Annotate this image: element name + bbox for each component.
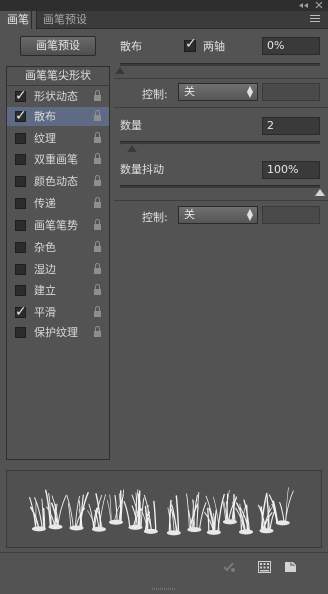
list-item-transfer[interactable]: 传递: [7, 194, 109, 213]
list-item-label: 双重画笔: [34, 153, 78, 166]
count-jitter-control-dropdown[interactable]: 关 ▲ ▼: [178, 206, 258, 224]
checkbox[interactable]: [15, 176, 26, 187]
list-item-protect-texture[interactable]: 保护纹理: [7, 323, 109, 342]
count-jitter-control-extra-field: [262, 206, 320, 224]
checkbox[interactable]: [15, 264, 26, 275]
resize-grip-icon[interactable]: [152, 581, 176, 590]
count-jitter-value-input[interactable]: 100%: [262, 161, 320, 179]
list-item-label: 形状动态: [34, 90, 78, 103]
lock-icon[interactable]: [93, 284, 102, 295]
panel-bottom-bar: [0, 552, 328, 578]
section-divider: [114, 107, 328, 108]
count-label: 数量: [120, 119, 142, 132]
panel-title-strip: [0, 0, 328, 11]
tab-brush-presets[interactable]: 画笔预设: [36, 11, 94, 29]
grass-stroke-preview-image: [29, 487, 294, 536]
dropdown-arrow-icon: ▲ ▼: [246, 207, 253, 222]
list-item-shape-dynamics[interactable]: 形状动态: [7, 87, 109, 106]
count-jitter-label: 数量抖动: [120, 163, 164, 176]
scatter-label: 散布: [120, 40, 142, 53]
list-item-build-up[interactable]: 建立: [7, 281, 109, 300]
list-item-label: 纹理: [34, 132, 56, 145]
list-item-label: 传递: [34, 197, 56, 210]
checkbox[interactable]: [15, 303, 27, 322]
panel-menu-icon[interactable]: [308, 13, 322, 25]
brush-settings-list: 画笔笔尖形状 形状动态 散布 纹理 双重画笔 颜色动态 传递 画笔笔势 杂色: [6, 66, 110, 460]
lock-icon[interactable]: [93, 110, 102, 121]
checkbox[interactable]: [15, 107, 27, 126]
lock-icon[interactable]: [93, 219, 102, 230]
lock-icon[interactable]: [93, 197, 102, 208]
list-item-label: 平滑: [34, 306, 56, 319]
lock-icon[interactable]: [93, 326, 102, 337]
list-item-label: 杂色: [34, 241, 56, 254]
lock-icon[interactable]: [93, 263, 102, 274]
count-value-input[interactable]: 2: [262, 117, 320, 135]
count-slider-track[interactable]: [120, 141, 320, 144]
dropdown-value: 关: [184, 85, 195, 98]
section-divider: [114, 78, 328, 79]
lock-icon[interactable]: [93, 90, 102, 101]
brush-stroke-preview: [6, 470, 322, 548]
toggle-live-tip-icon[interactable]: [222, 561, 236, 573]
section-divider: [114, 200, 328, 201]
list-item-dual-brush[interactable]: 双重画笔: [7, 150, 109, 169]
both-axes-checkbox[interactable]: [184, 36, 197, 52]
list-item-label: 保护纹理: [34, 326, 78, 339]
brush-presets-button[interactable]: 画笔预设: [20, 36, 96, 56]
list-item-brush-pose[interactable]: 画笔笔势: [7, 216, 109, 235]
checkbox[interactable]: [15, 220, 26, 231]
lock-icon[interactable]: [93, 175, 102, 186]
list-item-label: 画笔笔势: [34, 219, 78, 232]
scatter-slider-track[interactable]: [120, 63, 320, 66]
tab-divider: [31, 11, 32, 29]
grid-view-icon[interactable]: [258, 561, 271, 573]
list-item-noise[interactable]: 杂色: [7, 238, 109, 257]
collapse-double-arrow-icon[interactable]: [298, 0, 310, 11]
checkbox[interactable]: [15, 133, 26, 144]
list-item-smoothing[interactable]: 平滑: [7, 303, 109, 322]
checkbox[interactable]: [15, 285, 26, 296]
dropdown-arrow-icon: ▲ ▼: [246, 84, 253, 99]
dropdown-value: 关: [184, 208, 195, 221]
checkbox[interactable]: [15, 154, 26, 165]
scatter-value-input[interactable]: 0%: [262, 37, 320, 55]
checkbox[interactable]: [15, 327, 26, 338]
lock-icon[interactable]: [93, 153, 102, 164]
scatter-control-label: 控制:: [142, 88, 168, 101]
list-item-texture[interactable]: 纹理: [7, 129, 109, 148]
checkbox[interactable]: [15, 87, 27, 106]
count-slider-thumb[interactable]: [127, 145, 137, 152]
brush-tip-shape-item[interactable]: 画笔笔尖形状: [7, 67, 109, 86]
lock-icon[interactable]: [93, 241, 102, 252]
count-jitter-slider-thumb[interactable]: [315, 189, 325, 196]
list-item-label: 颜色动态: [34, 175, 78, 188]
list-item-label: 湿边: [34, 263, 56, 276]
scatter-control-extra-field: [262, 83, 320, 101]
list-item-label: 散布: [34, 110, 56, 123]
lock-icon[interactable]: [93, 132, 102, 143]
create-new-preset-icon[interactable]: [284, 561, 297, 573]
both-axes-label: 两轴: [203, 40, 225, 53]
list-item-scatter[interactable]: 散布: [7, 107, 109, 126]
count-jitter-slider-track[interactable]: [120, 185, 320, 188]
list-item-wet-edges[interactable]: 湿边: [7, 260, 109, 279]
close-x-icon[interactable]: [314, 0, 324, 11]
lock-icon[interactable]: [93, 306, 102, 317]
scatter-slider-thumb[interactable]: [115, 67, 125, 74]
checkbox[interactable]: [15, 198, 26, 209]
list-item-label: 建立: [34, 284, 56, 297]
scatter-control-dropdown[interactable]: 关 ▲ ▼: [178, 83, 258, 101]
count-jitter-control-label: 控制:: [142, 211, 168, 224]
list-item-color-dynamics[interactable]: 颜色动态: [7, 172, 109, 191]
checkbox[interactable]: [15, 242, 26, 253]
